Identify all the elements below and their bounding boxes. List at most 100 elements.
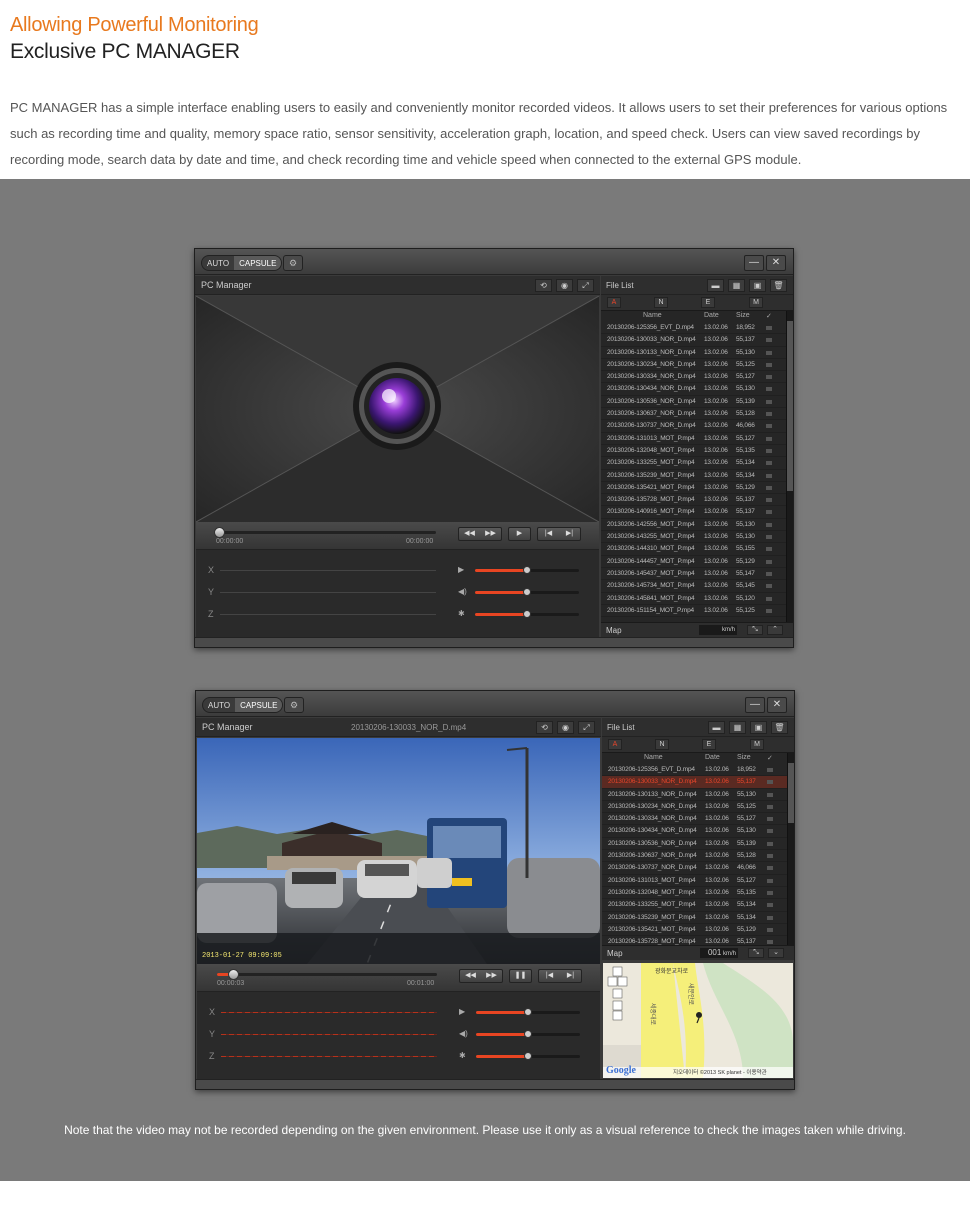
file-checkbox[interactable] [767,841,773,846]
map-collapse-icon[interactable]: ⌃ [767,625,783,635]
file-checkbox[interactable] [767,792,773,797]
minimize-button[interactable]: — [745,697,765,713]
file-row[interactable]: 20130206-144310_MOT_P.mp4 13.02.06 55,155 [601,543,786,556]
file-row[interactable]: 20130206-130234_NOR_D.mp4 13.02.06 55,125 [602,801,787,814]
file-row[interactable]: 20130206-135421_MOT_P.mp4 13.02.06 55,129 [601,482,786,495]
file-checkbox[interactable] [766,326,772,330]
file-checkbox[interactable] [766,461,772,466]
file-checkbox[interactable] [766,387,772,392]
file-checkbox[interactable] [766,510,772,515]
file-checkbox[interactable] [766,522,772,527]
map-expand-icon[interactable]: ⤡ [748,948,764,958]
pause-button[interactable]: ❚❚ [510,970,531,982]
file-row[interactable]: 20130206-130637_NOR_D.mp4 13.02.06 55,128 [602,850,787,863]
file-row[interactable]: 20130206-135421_MOT_P.mp4 13.02.06 55,129 [602,924,787,937]
save-icon[interactable]: ▣ [750,721,767,734]
fullscreen-icon[interactable]: ⤢ [578,721,595,734]
file-checkbox[interactable] [767,780,773,785]
file-checkbox[interactable] [766,399,772,404]
file-row[interactable]: 20130206-135728_MOT_P.mp4 13.02.06 55,137 [601,494,786,507]
file-checkbox[interactable] [767,940,773,945]
prev-file-button[interactable]: |◀ [539,970,560,982]
next-file-button[interactable]: ▶| [559,528,580,540]
file-checkbox[interactable] [766,584,772,589]
col-date[interactable]: Date [704,312,719,319]
file-row[interactable]: 20130206-130033_NOR_D.mp4 13.02.06 55,137 [602,776,787,789]
calendar-icon[interactable]: ▦ [729,721,746,734]
file-checkbox[interactable] [767,829,773,834]
file-checkbox[interactable] [766,571,772,576]
calendar-icon[interactable]: ▦ [728,279,745,292]
close-button[interactable]: ✕ [767,697,787,713]
file-row[interactable]: 20130206-130737_NOR_D.mp4 13.02.06 46,066 [602,862,787,875]
file-row[interactable]: 20130206-130434_NOR_D.mp4 13.02.06 55,130 [602,825,787,838]
file-checkbox[interactable] [766,375,772,380]
file-checkbox[interactable] [766,535,772,540]
filter-event-button[interactable]: E [701,297,715,308]
filter-event-button[interactable]: E [702,739,716,750]
fullscreen-icon[interactable]: ⤢ [577,279,594,292]
filter-normal-button[interactable]: N [654,297,668,308]
volume-slider[interactable] [475,588,579,596]
progress-knob[interactable] [214,527,225,538]
file-checkbox[interactable] [767,866,773,871]
col-size[interactable]: Size [737,754,751,761]
file-row[interactable]: 20130206-125356_EVT_D.mp4 13.02.06 18,952 [601,322,786,335]
col-date[interactable]: Date [705,754,720,761]
file-checkbox[interactable] [766,338,772,343]
progress-track[interactable] [214,527,436,538]
file-checkbox[interactable] [766,350,772,355]
speed-slider[interactable] [475,566,579,574]
gear-icon[interactable]: ⚙ [284,697,304,713]
file-checkbox[interactable] [766,424,772,429]
filter-motion-button[interactable]: M [749,297,763,308]
filter-all-button[interactable]: A [607,297,621,308]
play-button[interactable]: ▶ [509,528,530,540]
file-checkbox[interactable] [766,436,772,441]
folder-icon[interactable]: ▬ [707,279,724,292]
mode-auto-button[interactable]: AUTO [203,698,235,712]
save-icon[interactable]: ▣ [749,279,766,292]
file-row[interactable]: 20130206-130434_NOR_D.mp4 13.02.06 55,130 [601,383,786,396]
progress-track[interactable] [217,969,437,980]
file-list-scrollbar[interactable] [787,753,794,945]
file-checkbox[interactable] [767,854,773,859]
progress-knob[interactable] [228,969,239,980]
file-row[interactable]: 20130206-130536_NOR_D.mp4 13.02.06 55,139 [602,838,787,851]
filter-normal-button[interactable]: N [655,739,669,750]
file-row[interactable]: 20130206-135239_MOT_P.mp4 13.02.06 55,134 [602,912,787,924]
file-row[interactable]: 20130206-143255_MOT_P.mp4 13.02.06 55,130 [601,531,786,544]
file-list-scrollbar[interactable] [786,311,793,622]
file-row[interactable]: 20130206-125356_EVT_D.mp4 13.02.06 18,952 [602,764,787,777]
video-frame[interactable]: 2013-01-27 09:09:05 [197,738,600,964]
file-row[interactable]: 20130206-130637_NOR_D.mp4 13.02.06 55,128 [601,408,786,421]
fast-forward-button[interactable]: ▶▶ [481,970,502,982]
gps-map[interactable]: 광화문교차로 세종대로 새문안로 Google 지오데이터 ©2013 SK p… [603,963,793,1078]
file-row[interactable]: 20130206-133255_MOT_P.mp4 13.02.06 55,134 [601,457,786,470]
check-all-icon[interactable]: ✓ [767,754,773,762]
file-row[interactable]: 20130206-130737_NOR_D.mp4 13.02.06 46,066 [601,420,786,433]
rewind-button[interactable]: ◀◀ [459,528,480,540]
file-row[interactable]: 20130206-130033_NOR_D.mp4 13.02.06 55,137 [601,334,786,347]
check-all-icon[interactable]: ✓ [766,312,772,320]
prev-file-button[interactable]: |◀ [538,528,559,540]
close-button[interactable]: ✕ [766,255,786,271]
file-row[interactable]: 20130206-135239_MOT_P.mp4 13.02.06 55,134 [601,470,786,482]
file-checkbox[interactable] [767,768,773,772]
map-expand-icon[interactable]: ⤡ [747,625,763,635]
file-row[interactable]: 20130206-132048_MOT_P.mp4 13.02.06 55,135 [602,887,787,900]
file-row[interactable]: 20130206-132048_MOT_P.mp4 13.02.06 55,135 [601,445,786,458]
file-checkbox[interactable] [766,485,772,490]
filter-motion-button[interactable]: M [750,739,764,750]
file-row[interactable]: 20130206-145734_MOT_P.mp4 13.02.06 55,145 [601,580,786,593]
trash-icon[interactable]: 🗑 [770,279,787,292]
file-row[interactable]: 20130206-145841_MOT_P.mp4 13.02.06 55,120 [601,593,786,605]
rotate-icon[interactable]: ⟲ [535,279,552,292]
file-row[interactable]: 20130206-130133_NOR_D.mp4 13.02.06 55,130 [601,347,786,359]
mode-auto-button[interactable]: AUTO [202,256,234,270]
speed-slider[interactable] [476,1008,580,1016]
file-checkbox[interactable] [766,473,772,478]
brightness-slider[interactable] [475,610,579,618]
file-row[interactable]: 20130206-151154_MOT_P.mp4 13.02.06 55,125 [601,605,786,618]
file-row[interactable]: 20130206-131013_MOT_P.mp4 13.02.06 55,127 [601,433,786,445]
